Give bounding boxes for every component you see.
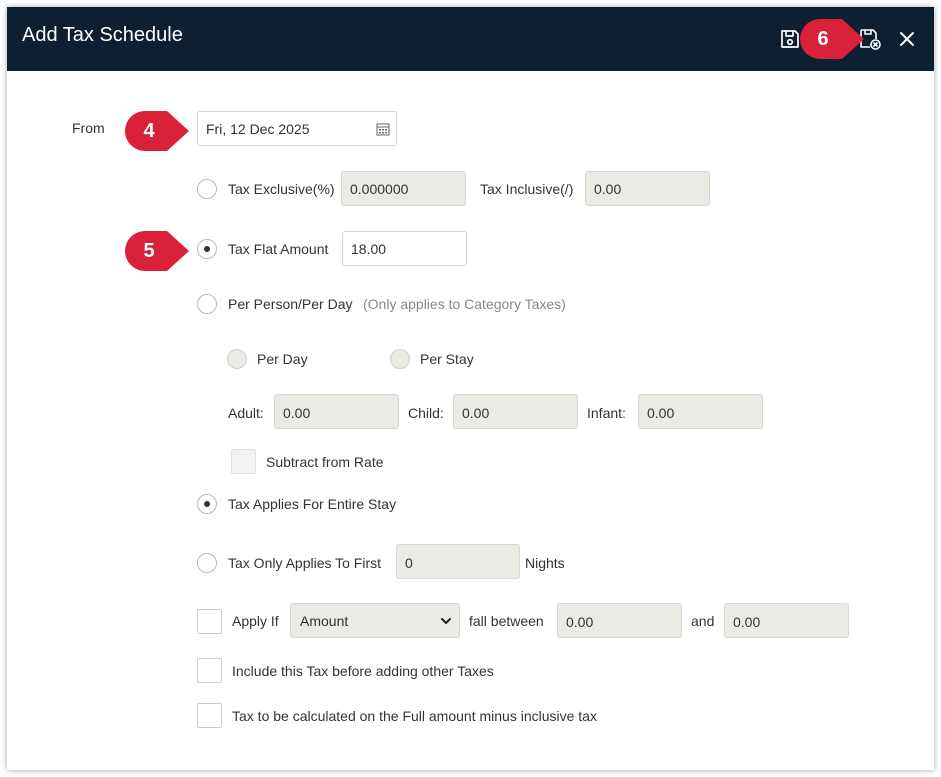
apply-if-selected-value: Amount bbox=[300, 613, 349, 629]
first-nights-radio[interactable] bbox=[197, 553, 217, 573]
callout-4-number: 4 bbox=[143, 120, 155, 142]
apply-if-to-value: 0.00 bbox=[733, 614, 761, 630]
tax-exclusive-label: Tax Exclusive(%) bbox=[228, 181, 335, 197]
dialog-header: Add Tax Schedule bbox=[7, 7, 934, 71]
from-date-value: Fri, 12 Dec 2025 bbox=[206, 121, 310, 137]
apply-if-select[interactable]: Amount bbox=[290, 603, 460, 638]
apply-if-checkbox[interactable] bbox=[197, 609, 222, 634]
fall-between-label: fall between bbox=[469, 613, 544, 629]
close-icon[interactable] bbox=[895, 27, 919, 51]
per-day-label: Per Day bbox=[257, 351, 308, 367]
first-nights-value: 0 bbox=[405, 555, 413, 571]
save-icon[interactable] bbox=[778, 27, 802, 51]
entire-stay-radio[interactable] bbox=[197, 494, 217, 514]
tax-inclusive-label: Tax Inclusive(/) bbox=[480, 181, 574, 197]
apply-if-to-input[interactable]: 0.00 bbox=[724, 603, 849, 638]
callout-6-number: 6 bbox=[817, 28, 829, 50]
tax-flat-amount-radio[interactable] bbox=[197, 239, 217, 259]
per-day-radio[interactable] bbox=[227, 349, 247, 369]
callout-5-number: 5 bbox=[143, 240, 155, 262]
and-label: and bbox=[691, 613, 715, 629]
per-stay-label: Per Stay bbox=[420, 351, 474, 367]
per-person-hint: (Only applies to Category Taxes) bbox=[363, 296, 566, 312]
full-amount-label: Tax to be calculated on the Full amount … bbox=[232, 708, 597, 724]
tax-flat-amount-value: 18.00 bbox=[351, 241, 387, 257]
tax-flat-amount-label: Tax Flat Amount bbox=[228, 241, 329, 257]
tax-inclusive-value: 0.00 bbox=[594, 181, 622, 197]
dialog-title: Add Tax Schedule bbox=[22, 24, 183, 46]
callout-6: 6 bbox=[800, 19, 866, 59]
per-stay-radio[interactable] bbox=[390, 349, 410, 369]
nights-label: Nights bbox=[525, 555, 565, 571]
adult-value: 0.00 bbox=[283, 405, 311, 421]
infant-label: Infant: bbox=[587, 405, 626, 421]
calendar-icon[interactable] bbox=[376, 122, 390, 136]
per-person-label: Per Person/Per Day bbox=[228, 296, 353, 312]
full-amount-checkbox[interactable] bbox=[197, 703, 222, 728]
infant-input[interactable]: 0.00 bbox=[638, 394, 763, 429]
adult-label: Adult: bbox=[228, 405, 264, 421]
apply-if-from-input[interactable]: 0.00 bbox=[557, 603, 682, 638]
from-date-field[interactable]: Fri, 12 Dec 2025 bbox=[197, 111, 397, 146]
chevron-down-icon bbox=[441, 618, 451, 624]
tax-exclusive-value: 0.000000 bbox=[350, 181, 409, 197]
first-nights-input[interactable]: 0 bbox=[396, 544, 520, 579]
child-label: Child: bbox=[408, 405, 444, 421]
callout-4: 4 bbox=[125, 111, 190, 151]
tax-flat-amount-input[interactable]: 18.00 bbox=[342, 231, 467, 266]
subtract-from-rate-checkbox[interactable] bbox=[231, 449, 256, 474]
include-before-label: Include this Tax before adding other Tax… bbox=[232, 663, 494, 679]
from-label: From bbox=[72, 120, 105, 136]
subtract-from-rate-label: Subtract from Rate bbox=[266, 454, 384, 470]
tax-exclusive-radio[interactable] bbox=[197, 179, 217, 199]
child-value: 0.00 bbox=[462, 405, 490, 421]
callout-5: 5 bbox=[125, 231, 190, 271]
apply-if-from-value: 0.00 bbox=[566, 614, 594, 630]
child-input[interactable]: 0.00 bbox=[453, 394, 578, 429]
tax-inclusive-input[interactable]: 0.00 bbox=[585, 171, 710, 206]
tax-exclusive-input[interactable]: 0.000000 bbox=[341, 171, 466, 206]
adult-input[interactable]: 0.00 bbox=[274, 394, 399, 429]
include-before-checkbox[interactable] bbox=[197, 658, 222, 683]
per-person-radio[interactable] bbox=[197, 294, 217, 314]
infant-value: 0.00 bbox=[647, 405, 675, 421]
first-nights-label: Tax Only Applies To First bbox=[228, 555, 382, 571]
entire-stay-label: Tax Applies For Entire Stay bbox=[228, 496, 397, 512]
apply-if-label: Apply If bbox=[232, 613, 279, 629]
